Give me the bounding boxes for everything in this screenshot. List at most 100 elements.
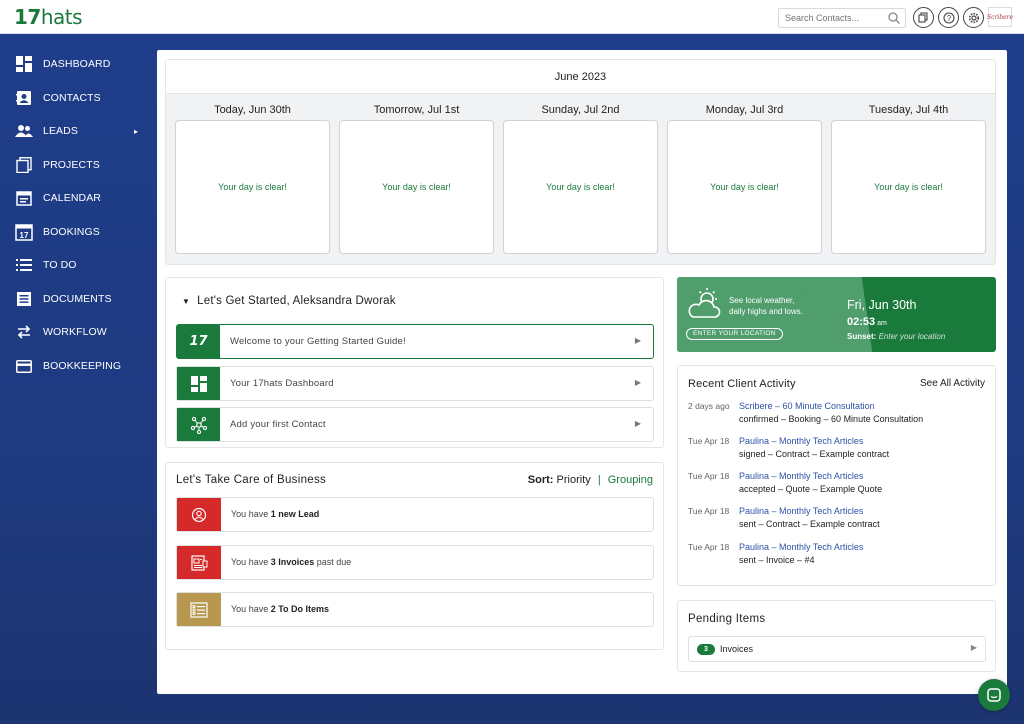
day-message: Your day is clear! [218, 182, 287, 192]
user-avatar[interactable]: Scribere [986, 7, 1014, 27]
business-item[interactable]: You have 2 To Do Items [176, 592, 654, 627]
activity-time: Tue Apr 18 [688, 471, 730, 481]
sort-priority[interactable]: Priority [557, 474, 591, 486]
sidebar-item-label: LEADS [43, 125, 78, 137]
bookings-icon-text: 17 [19, 231, 29, 240]
sidebar-item-bookkeeping[interactable]: BOOKKEEPING [0, 351, 157, 381]
business-item-text: You have 2 To Do Items [231, 604, 330, 614]
day-box[interactable]: Your day is clear! [503, 120, 658, 254]
sort-label: Sort: [527, 474, 554, 486]
activity-detail: sent – Invoice – #4 [739, 555, 815, 565]
invoice-icon [177, 546, 221, 579]
settings-button[interactable] [963, 7, 984, 28]
sidebar-item-bookings[interactable]: 17 BOOKINGS [0, 217, 157, 247]
calendar-month: June 2023 [166, 60, 995, 94]
day-box[interactable]: Your day is clear! [339, 120, 494, 254]
network-icon [177, 408, 220, 441]
bookings-icon: 17 [15, 223, 33, 241]
chat-button[interactable] [978, 679, 1010, 711]
day-box[interactable]: Your day is clear! [175, 120, 330, 254]
activity-link[interactable]: Scribere – 60 Minute Consultation [739, 401, 875, 411]
sidebar-item-label: CONTACTS [43, 92, 101, 104]
chat-icon [987, 688, 1001, 702]
getting-started-item[interactable]: 17 Welcome to your Getting Started Guide… [176, 324, 654, 359]
sidebar-item-label: PROJECTS [43, 159, 100, 171]
weather-widget: See local weather, daily highs and lows. … [677, 277, 996, 352]
activity-link[interactable]: Paulina – Monthly Tech Articles [739, 436, 863, 446]
getting-started-title: Let's Get Started, Aleksandra Dworak [197, 295, 396, 307]
sidebar-item-workflow[interactable]: WORKFLOW [0, 317, 157, 347]
weather-date: Fri, Jun 30th [847, 298, 917, 312]
activity-item: Tue Apr 18 Paulina – Monthly Tech Articl… [688, 542, 988, 572]
business-item[interactable]: You have 1 new Lead [176, 497, 654, 532]
calendar-icon [15, 189, 33, 207]
activity-detail: confirmed – Booking – 60 Minute Consulta… [739, 414, 924, 424]
activity-item: 2 days ago Scribere – 60 Minute Consulta… [688, 401, 988, 431]
sidebar-item-documents[interactable]: DOCUMENTS [0, 284, 157, 314]
sidebar-item-label: BOOKKEEPING [43, 360, 122, 372]
sidebar-item-label: BOOKINGS [43, 226, 100, 238]
svg-text:?: ? [946, 14, 951, 23]
activity-detail: accepted – Quote – Example Quote [739, 484, 883, 494]
pending-items-title: Pending Items [688, 613, 766, 625]
sidebar-item-todo[interactable]: TO DO [0, 250, 157, 280]
activity-item: Tue Apr 18 Paulina – Monthly Tech Articl… [688, 471, 988, 501]
activity-link[interactable]: Paulina – Monthly Tech Articles [739, 506, 863, 516]
leads-icon [15, 122, 33, 140]
business-item-text: You have 3 Invoices past due [231, 557, 352, 567]
pending-item-invoices[interactable]: 3 Invoices ▶ [688, 636, 986, 662]
help-button[interactable]: ? [938, 7, 959, 28]
search-icon[interactable] [887, 11, 901, 25]
app-logo[interactable]: 17hats [14, 5, 83, 29]
getting-started-item[interactable]: Your 17hats Dashboard ▶ [176, 366, 654, 401]
activity-item: Tue Apr 18 Paulina – Monthly Tech Articl… [688, 506, 988, 536]
getting-started-header[interactable]: ▼ Let's Get Started, Aleksandra Dworak [182, 295, 396, 307]
help-icon: ? [942, 11, 955, 24]
copy-icon [918, 12, 928, 23]
enter-location-button[interactable]: ENTER YOUR LOCATION [686, 328, 783, 340]
business-item[interactable]: You have 3 Invoices past due [176, 545, 654, 580]
day-box[interactable]: Your day is clear! [831, 120, 986, 254]
count-badge: 3 [697, 644, 715, 655]
pending-items-card: Pending Items 3 Invoices ▶ [677, 600, 996, 672]
sidebar: DASHBOARD CONTACTS LEADS ▸ PROJECTS CALE… [0, 34, 157, 724]
search-box[interactable] [778, 8, 906, 28]
copy-button[interactable] [913, 7, 934, 28]
sunset-info: Sunset: Enter your location [847, 332, 946, 341]
day-title: Sunday, Jul 2nd [541, 104, 620, 116]
documents-icon [15, 290, 33, 308]
sidebar-item-contacts[interactable]: CONTACTS [0, 83, 157, 113]
sidebar-item-leads[interactable]: LEADS ▸ [0, 116, 157, 146]
sidebar-item-calendar[interactable]: CALENDAR [0, 183, 157, 213]
avatar-text: Scribere [986, 13, 1014, 21]
day-box[interactable]: Your day is clear! [667, 120, 822, 254]
activity-time: Tue Apr 18 [688, 506, 730, 516]
day-message: Your day is clear! [382, 182, 451, 192]
search-input[interactable] [779, 9, 883, 27]
activity-link[interactable]: Paulina – Monthly Tech Articles [739, 471, 863, 481]
day-message: Your day is clear! [874, 182, 943, 192]
chevron-right-icon: ▶ [634, 419, 641, 428]
activity-item: Tue Apr 18 Paulina – Monthly Tech Articl… [688, 436, 988, 466]
recent-activity-title: Recent Client Activity [688, 378, 796, 390]
activity-time: Tue Apr 18 [688, 542, 730, 552]
checklist-icon [177, 593, 221, 626]
activity-time: 2 days ago [688, 401, 730, 411]
lead-icon [177, 498, 221, 531]
sidebar-item-projects[interactable]: PROJECTS [0, 150, 157, 180]
dashboard-icon [177, 367, 220, 400]
activity-link[interactable]: Paulina – Monthly Tech Articles [739, 542, 863, 552]
sidebar-item-label: CALENDAR [43, 192, 101, 204]
sort-grouping[interactable]: Grouping [608, 474, 653, 486]
17hats-icon: 17 [177, 325, 220, 358]
business-item-text: You have 1 new Lead [231, 509, 320, 519]
sidebar-item-label: WORKFLOW [43, 326, 107, 338]
activity-time: Tue Apr 18 [688, 436, 730, 446]
gear-icon [968, 12, 979, 23]
getting-started-card: ▼ Let's Get Started, Aleksandra Dworak 17… [165, 277, 664, 448]
see-all-activity-link[interactable]: See All Activity [920, 378, 985, 389]
weather-icon [688, 288, 721, 318]
getting-started-item[interactable]: Add your first Contact ▶ [176, 407, 654, 442]
sidebar-item-dashboard[interactable]: DASHBOARD [0, 49, 157, 79]
sunset-location-link[interactable]: Enter your location [879, 332, 946, 341]
